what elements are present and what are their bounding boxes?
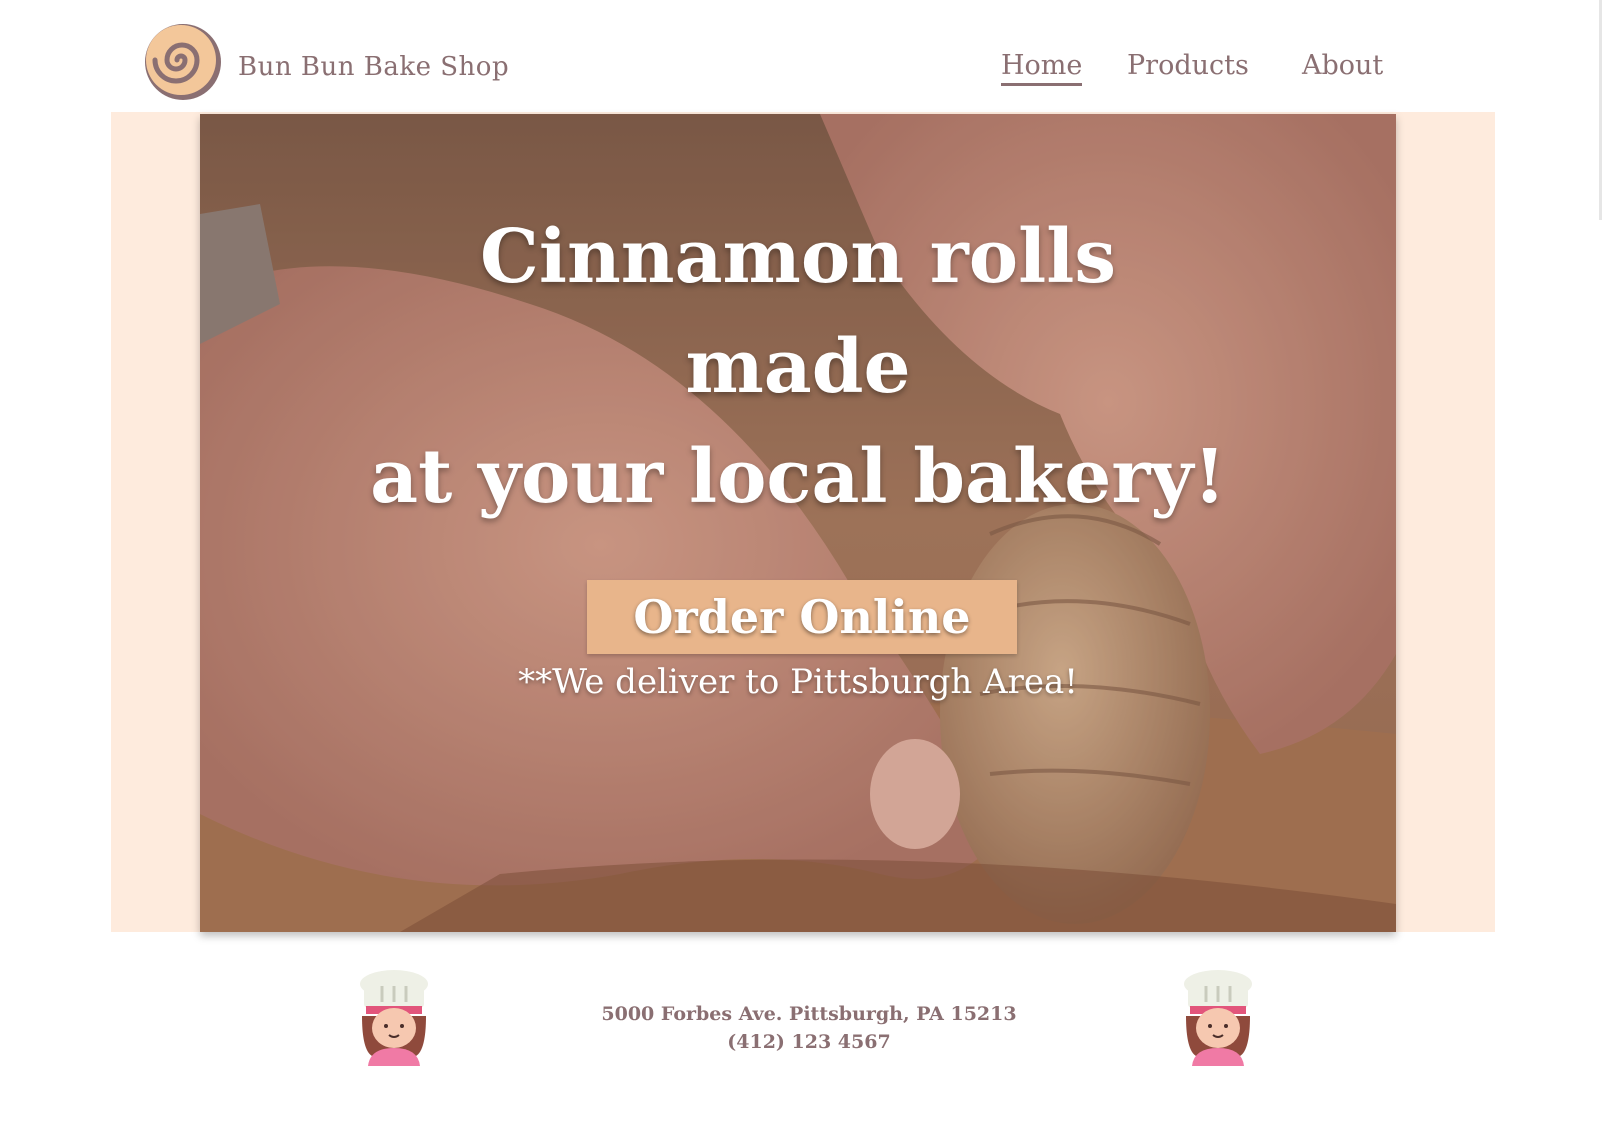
contact-info: 5000 Forbes Ave. Pittsburgh, PA 15213 (4… <box>560 1000 1058 1056</box>
headline-line-3: at your local bakery! <box>370 434 1226 520</box>
baker-girl-icon <box>360 970 428 1066</box>
nav-products[interactable]: Products <box>1127 50 1249 81</box>
headline-line-1: Cinnamon rolls <box>479 214 1116 300</box>
brand-name[interactable]: Bun Bun Bake Shop <box>238 52 509 82</box>
hero-banner: Cinnamon rolls made at your local bakery… <box>200 114 1396 932</box>
phone-text[interactable]: (412) 123 4567 <box>560 1028 1058 1056</box>
site-header: Bun Bun Bake Shop Home Products About <box>0 0 1602 220</box>
nav-home[interactable]: Home <box>1001 50 1083 86</box>
headline-line-2: made <box>685 324 911 410</box>
cinnamon-roll-icon[interactable] <box>143 22 223 102</box>
nav-about[interactable]: About <box>1302 50 1383 81</box>
delivery-note: **We deliver to Pittsburgh Area! <box>518 662 1078 702</box>
baker-girl-icon <box>1184 970 1252 1066</box>
hero-headline: Cinnamon rolls made at your local bakery… <box>200 202 1396 532</box>
order-online-button[interactable]: Order Online <box>587 580 1017 654</box>
address-text: 5000 Forbes Ave. Pittsburgh, PA 15213 <box>601 1003 1017 1025</box>
